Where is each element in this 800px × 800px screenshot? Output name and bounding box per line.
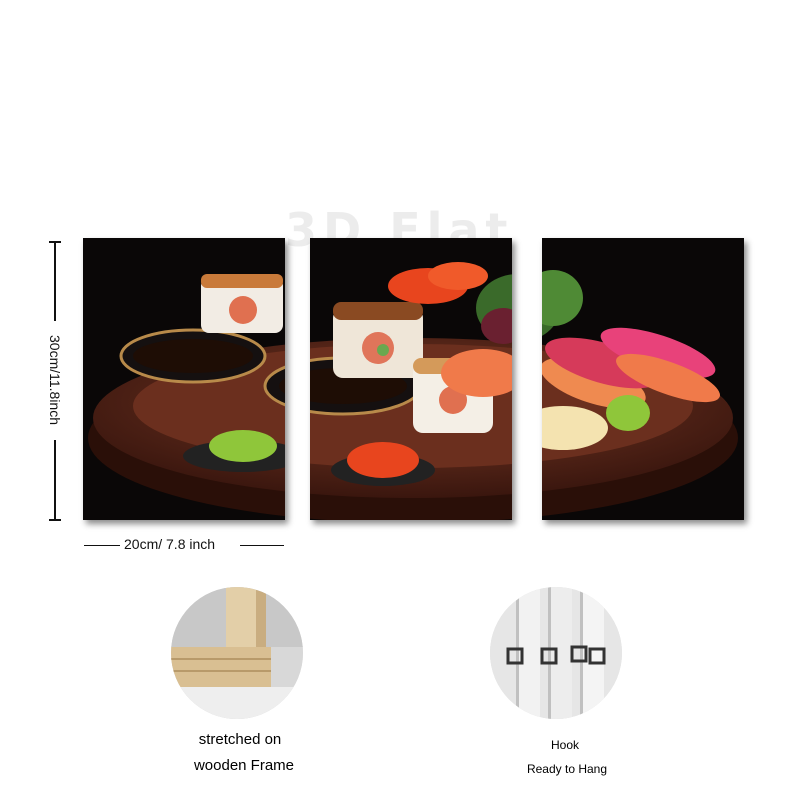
height-marker-line-bottom [54,440,56,520]
frame-caption-line2: wooden Frame [193,757,295,774]
width-marker-line-left [84,545,120,546]
frame-caption-line1: stretched on [198,731,282,748]
wooden-frame-icon [171,587,303,719]
sushi-artwork-right [542,238,744,520]
canvas-panel-left [83,238,285,520]
canvas-panel-right [542,238,744,520]
hook-caption-line1: Hook [550,738,580,752]
height-marker-line-top [54,241,56,321]
sushi-artwork-middle [310,238,512,520]
width-marker-line-right [240,545,284,546]
height-label: 30cm/11.8inch [47,334,63,426]
sushi-artwork-left [83,238,285,520]
hook-caption-line2: Ready to Hang [526,762,608,776]
canvas-panel-middle [310,238,512,520]
height-marker-bottom-tick [49,519,61,521]
hook-icon [490,587,622,719]
width-label: 20cm/ 7.8 inch [124,536,216,552]
